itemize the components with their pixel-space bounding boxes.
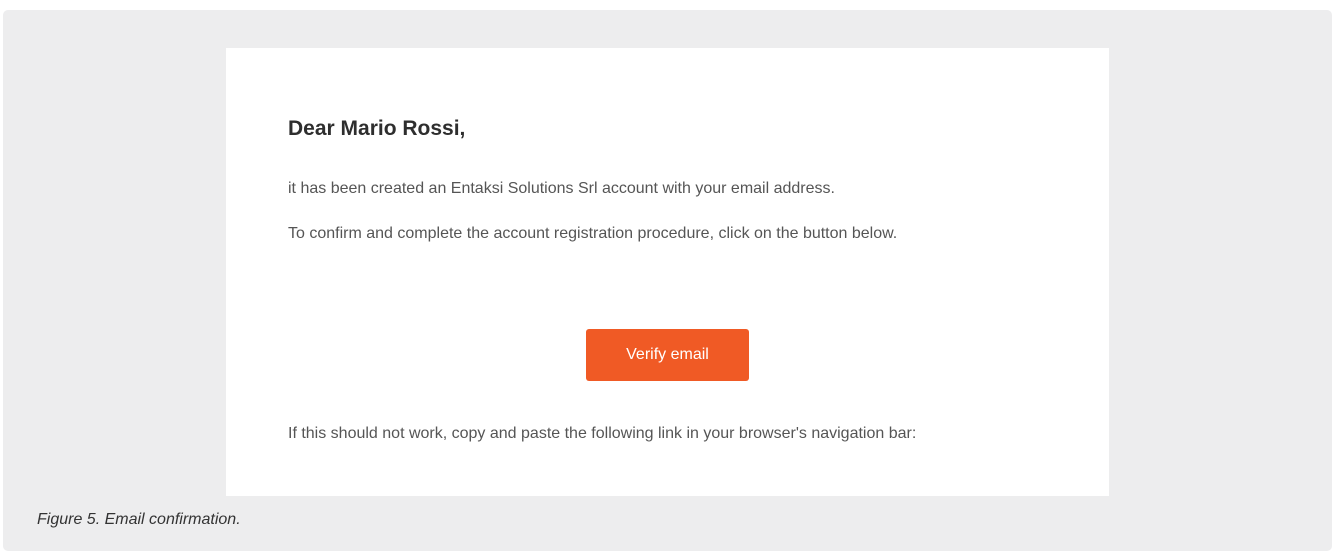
email-greeting: Dear Mario Rossi, bbox=[288, 117, 466, 140]
email-paragraph-fallback-link: If this should not work, copy and paste … bbox=[288, 425, 917, 442]
verify-email-button[interactable]: Verify email bbox=[586, 329, 749, 381]
email-paragraph-confirm-instructions: To confirm and complete the account regi… bbox=[288, 225, 898, 242]
figure-container: Dear Mario Rossi, it has been created an… bbox=[3, 10, 1332, 551]
figure-caption: Figure 5. Email confirmation. bbox=[37, 511, 241, 528]
email-body: Dear Mario Rossi, it has been created an… bbox=[226, 48, 1109, 496]
email-paragraph-account-created: it has been created an Entaksi Solutions… bbox=[288, 180, 835, 197]
